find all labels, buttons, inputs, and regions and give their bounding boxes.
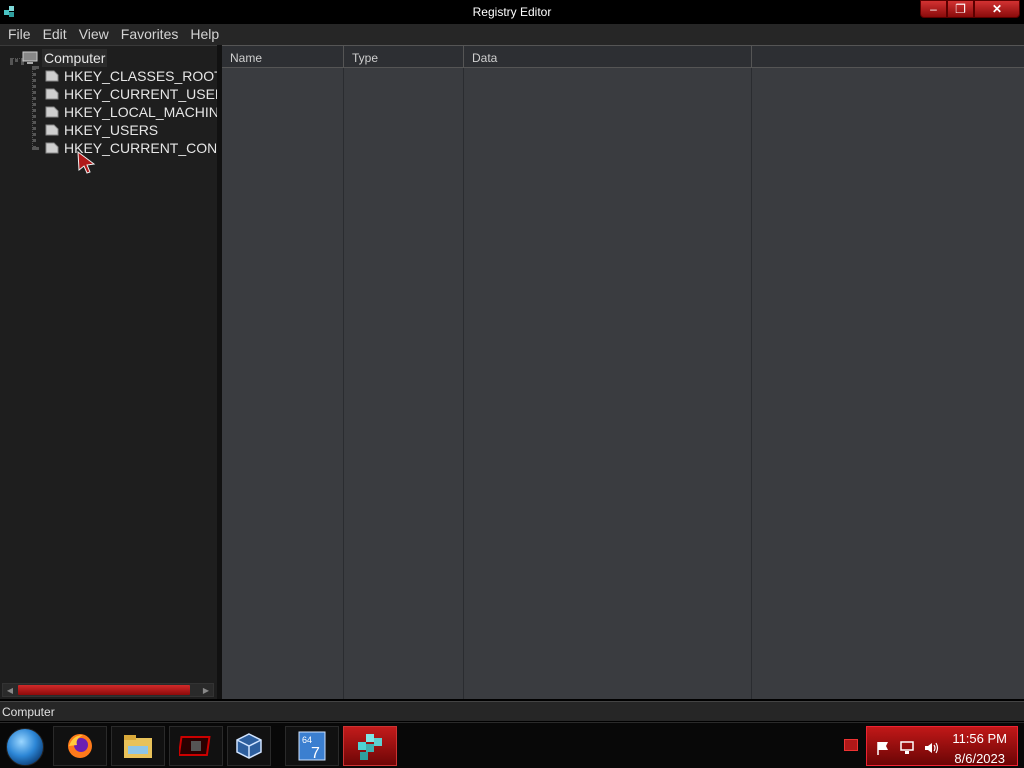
tree-item-hkey-current-config[interactable]: HKEY_CURRENT_CONFIG [44, 139, 216, 157]
file-explorer-icon [124, 735, 152, 758]
status-bar: Computer [0, 701, 1024, 721]
windows-7-icon: 64 7 [298, 731, 326, 762]
svg-text:64: 64 [302, 735, 312, 745]
tree-item-hkey-classes-root[interactable]: HKEY_CLASSES_ROOT [44, 67, 223, 85]
system-tray: 11:56 PM 8/6/2023 [866, 726, 1018, 766]
tree-item-label: HKEY_LOCAL_MACHINE [64, 104, 229, 120]
column-divider [751, 68, 752, 699]
taskbar-registry-editor[interactable] [343, 726, 397, 766]
column-header-name[interactable]: Name [222, 46, 344, 68]
restore-button[interactable]: ❐ [947, 0, 974, 18]
tree-item-label: HKEY_CLASSES_ROOT [64, 68, 223, 84]
tree-item-label: Computer [42, 49, 108, 67]
menu-favorites[interactable]: Favorites [115, 24, 185, 45]
clock-time[interactable]: 11:56 PM [952, 731, 1007, 746]
taskbar: 64 7 11:56 PM 8/6/2023 [0, 722, 1024, 768]
media-player-icon [179, 736, 211, 756]
close-icon: ✕ [991, 2, 1003, 16]
tree-item-computer[interactable]: Computer [22, 49, 108, 67]
tree-item-label: HKEY_USERS [64, 122, 159, 138]
firefox-icon [68, 734, 92, 758]
list-header: Name Type Data [222, 46, 1024, 68]
tree-item-hkey-users[interactable]: HKEY_USERS [44, 121, 158, 139]
svg-text:7: 7 [311, 745, 320, 762]
action-center-flag-icon[interactable] [875, 741, 891, 755]
volume-icon[interactable] [923, 741, 939, 755]
scroll-right-icon[interactable]: ▶ [199, 684, 213, 696]
clock-date[interactable]: 8/6/2023 [954, 751, 1005, 766]
registry-editor-icon [358, 734, 382, 760]
folder-icon [45, 70, 59, 82]
menu-bar: File Edit View Favorites Help [0, 24, 1024, 45]
minimize-button[interactable]: – [920, 0, 947, 18]
key-tree-pane[interactable]: Computer HKEY_CLASSES_ROOT HKEY_CURRENT_… [0, 45, 228, 699]
start-button[interactable] [6, 728, 44, 766]
taskbar-media-player[interactable] [169, 726, 223, 766]
window-controls: – ❐ ✕ [920, 0, 1020, 18]
scroll-thumb[interactable] [18, 685, 190, 695]
column-divider [343, 68, 344, 699]
title-bar[interactable]: Registry Editor – ❐ ✕ [0, 0, 1024, 24]
tree-item-label: HKEY_CURRENT_USER [64, 86, 226, 102]
scroll-left-icon[interactable]: ◀ [3, 684, 17, 696]
folder-icon [45, 142, 59, 154]
restore-icon: ❐ [955, 2, 966, 16]
tree-connector [32, 66, 36, 150]
virtualbox-icon [236, 733, 262, 759]
values-list-pane[interactable]: Name Type Data [222, 45, 1024, 699]
status-path: Computer [2, 705, 55, 719]
registry-editor-window: Registry Editor – ❐ ✕ File Edit View Fav… [0, 0, 1024, 768]
folder-icon [45, 106, 59, 118]
horizontal-scrollbar[interactable]: ◀ ▶ [2, 683, 214, 697]
menu-file[interactable]: File [2, 24, 37, 45]
tree-item-hkey-local-machine[interactable]: HKEY_LOCAL_MACHINE [44, 103, 228, 121]
folder-icon [45, 124, 59, 136]
menu-edit[interactable]: Edit [37, 24, 73, 45]
tree-item-hkey-current-user[interactable]: HKEY_CURRENT_USER [44, 85, 225, 103]
computer-icon [22, 51, 38, 64]
taskbar-file-explorer[interactable] [111, 726, 165, 766]
menu-help[interactable]: Help [184, 24, 225, 45]
folder-icon [45, 88, 59, 100]
column-header-type[interactable]: Type [344, 46, 464, 68]
menu-view[interactable]: View [73, 24, 115, 45]
show-hidden-icons-button[interactable] [844, 739, 858, 751]
taskbar-virtualbox[interactable] [227, 726, 271, 766]
taskbar-windows-7[interactable]: 64 7 [285, 726, 339, 766]
column-header-data[interactable]: Data [464, 46, 752, 68]
network-icon[interactable] [899, 741, 915, 755]
taskbar-firefox[interactable] [53, 726, 107, 766]
column-divider [463, 68, 464, 699]
close-button[interactable]: ✕ [974, 0, 1020, 18]
mouse-cursor-icon [77, 150, 96, 174]
window-title: Registry Editor [472, 5, 552, 19]
minimize-icon: – [930, 2, 937, 16]
